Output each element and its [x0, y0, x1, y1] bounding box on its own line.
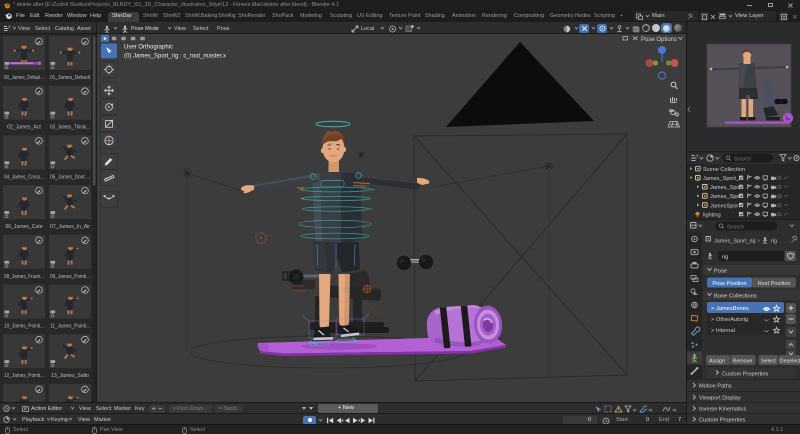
svg-text:Pose: Pose [714, 268, 727, 274]
svg-text:Viewport Display: Viewport Display [699, 396, 741, 402]
svg-text:00_James_Defaul...: 00_James_Defaul... [4, 75, 44, 81]
svg-text:Inverse Kinematics: Inverse Kinematics [699, 407, 746, 413]
svg-text:09_James_Pointi...: 09_James_Pointi... [50, 274, 90, 280]
svg-text:Assign: Assign [709, 358, 725, 364]
svg-text:12_James_Pointi...: 12_James_Pointi... [4, 373, 44, 379]
svg-text:Custom Properties: Custom Properties [699, 418, 746, 424]
svg-text:(0) James_Sport_rig : c_root_m: (0) James_Sport_rig : c_root_master.x [124, 54, 226, 60]
svg-text:06_James_Cute: 06_James_Cute [5, 224, 42, 230]
svg-text:Search: Search [734, 156, 751, 162]
svg-text:James_Sport_rig: James_Sport_rig [714, 238, 756, 244]
svg-text:>: > [757, 238, 760, 244]
svg-text:10_James_Pointi...: 10_James_Pointi... [4, 324, 44, 330]
svg-text:> OtherAutorig: > OtherAutorig [711, 317, 748, 323]
svg-text:Bone Collections: Bone Collections [714, 293, 757, 299]
svg-text:User Orthographic: User Orthographic [124, 45, 173, 51]
svg-text:James_Sport_k: James_Sport_k [703, 176, 742, 182]
svg-text:01_James_Default: 01_James_Default [50, 75, 91, 81]
svg-text:Rest Position: Rest Position [758, 281, 791, 287]
svg-text:05_James_Dont ...: 05_James_Dont ... [50, 174, 90, 180]
svg-text:James_Spo: James_Spo [710, 185, 740, 191]
svg-text:07_James_In_Air: 07_James_In_Air [50, 224, 90, 230]
svg-text:> Internal: > Internal [711, 328, 735, 334]
svg-text:Deselect: Deselect [780, 358, 800, 364]
svg-text:lighting: lighting [703, 212, 721, 218]
svg-text:04_James_Cross...: 04_James_Cross... [4, 174, 44, 180]
svg-text:Remove: Remove [733, 358, 753, 364]
svg-text:James_Spo: James_Spo [710, 194, 740, 200]
svg-text:> JamesBones: > JamesBones [711, 306, 749, 312]
svg-text:JamesSpor: JamesSpor [710, 203, 738, 209]
svg-text:11_James_Pointi...: 11_James_Pointi... [50, 324, 90, 330]
svg-text:Custom Properties: Custom Properties [722, 371, 769, 377]
svg-text:rig: rig [722, 255, 728, 261]
svg-text:Motion Paths: Motion Paths [699, 384, 732, 390]
svg-text:Scene Collection: Scene Collection [703, 167, 745, 173]
svg-text:rig: rig [771, 238, 777, 244]
svg-text:08_James_Frustr...: 08_James_Frustr... [4, 274, 44, 280]
svg-text:Pose Options: Pose Options [641, 37, 677, 43]
svg-text:Select: Select [761, 358, 776, 364]
svg-text:02_James_Act: 02_James_Act [7, 125, 41, 131]
svg-text:Search: Search [727, 224, 744, 230]
svg-text:Pose Position: Pose Position [712, 281, 746, 287]
svg-text:03_James_Thinki...: 03_James_Thinki... [50, 125, 90, 131]
svg-text:13_James_Salto: 13_James_Salto [51, 373, 89, 379]
